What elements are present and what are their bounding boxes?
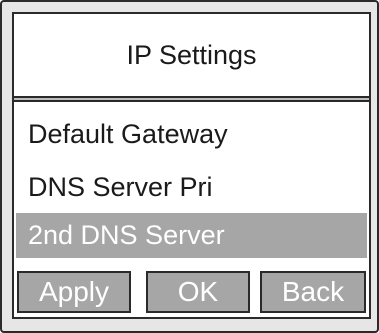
back-button[interactable]: Back bbox=[260, 271, 366, 313]
screen-title: IP Settings bbox=[126, 39, 257, 70]
title-divider bbox=[14, 96, 369, 102]
menu-item-label: 2nd DNS Server bbox=[28, 220, 225, 250]
apply-button[interactable]: Apply bbox=[17, 271, 131, 313]
menu-item-default-gateway[interactable]: Default Gateway bbox=[16, 112, 367, 157]
menu-item-2nd-dns-server[interactable]: 2nd DNS Server bbox=[16, 213, 367, 258]
menu-item-dns-server-pri[interactable]: DNS Server Pri bbox=[16, 165, 367, 210]
menu-item-label: DNS Server Pri bbox=[28, 172, 213, 202]
menu-item-label: Default Gateway bbox=[28, 119, 228, 149]
ok-button[interactable]: OK bbox=[146, 271, 250, 313]
phone-device-frame: IP Settings Default Gateway DNS Server P… bbox=[0, 0, 379, 333]
lcd-screen: IP Settings Default Gateway DNS Server P… bbox=[12, 12, 371, 319]
